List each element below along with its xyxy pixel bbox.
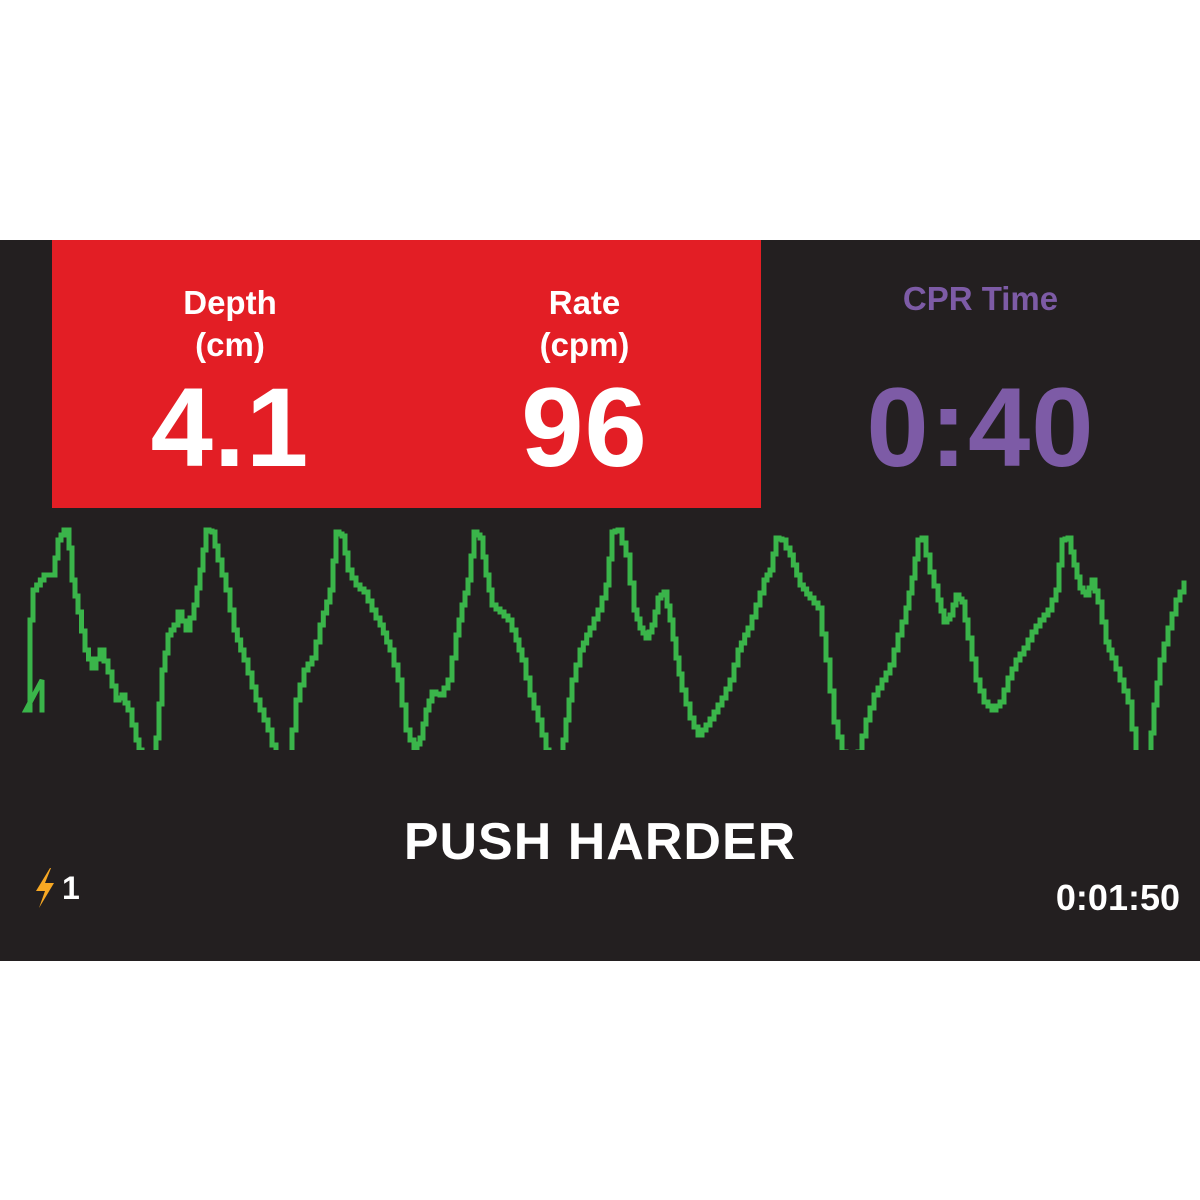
rate-label: Rate (cpm) (408, 282, 761, 366)
elapsed-time: 0:01:50 (1055, 877, 1180, 918)
rate-value: 96 (521, 365, 648, 490)
depth-value: 4.1 (150, 365, 310, 490)
compression-waveform (21, 527, 1187, 750)
depth-label-name: Depth (183, 284, 277, 321)
rate-tile: Rate (cpm) 96 (408, 240, 761, 508)
cpr-feedback-screen: Depth (cm) 4.1 Rate (cpm) 96 CPR Time 0:… (0, 240, 1200, 961)
shock-counter: 1 (32, 864, 80, 912)
cpr-time-label: CPR Time (902, 280, 1059, 317)
cpr-time-value: 0:40 (866, 365, 1095, 490)
shock-count: 1 (62, 870, 80, 906)
waveform-trace (21, 527, 1187, 750)
prompt-message: PUSH HARDER (403, 813, 797, 871)
depth-tile: Depth (cm) 4.1 (52, 240, 408, 508)
rate-label-name: Rate (548, 284, 621, 321)
rate-label-unit: (cpm) (539, 326, 630, 363)
cpr-time-tile: CPR Time 0:40 (761, 240, 1200, 508)
depth-label: Depth (cm) (52, 282, 408, 366)
lightning-bolt-icon (36, 868, 54, 908)
depth-label-unit: (cm) (195, 326, 265, 363)
